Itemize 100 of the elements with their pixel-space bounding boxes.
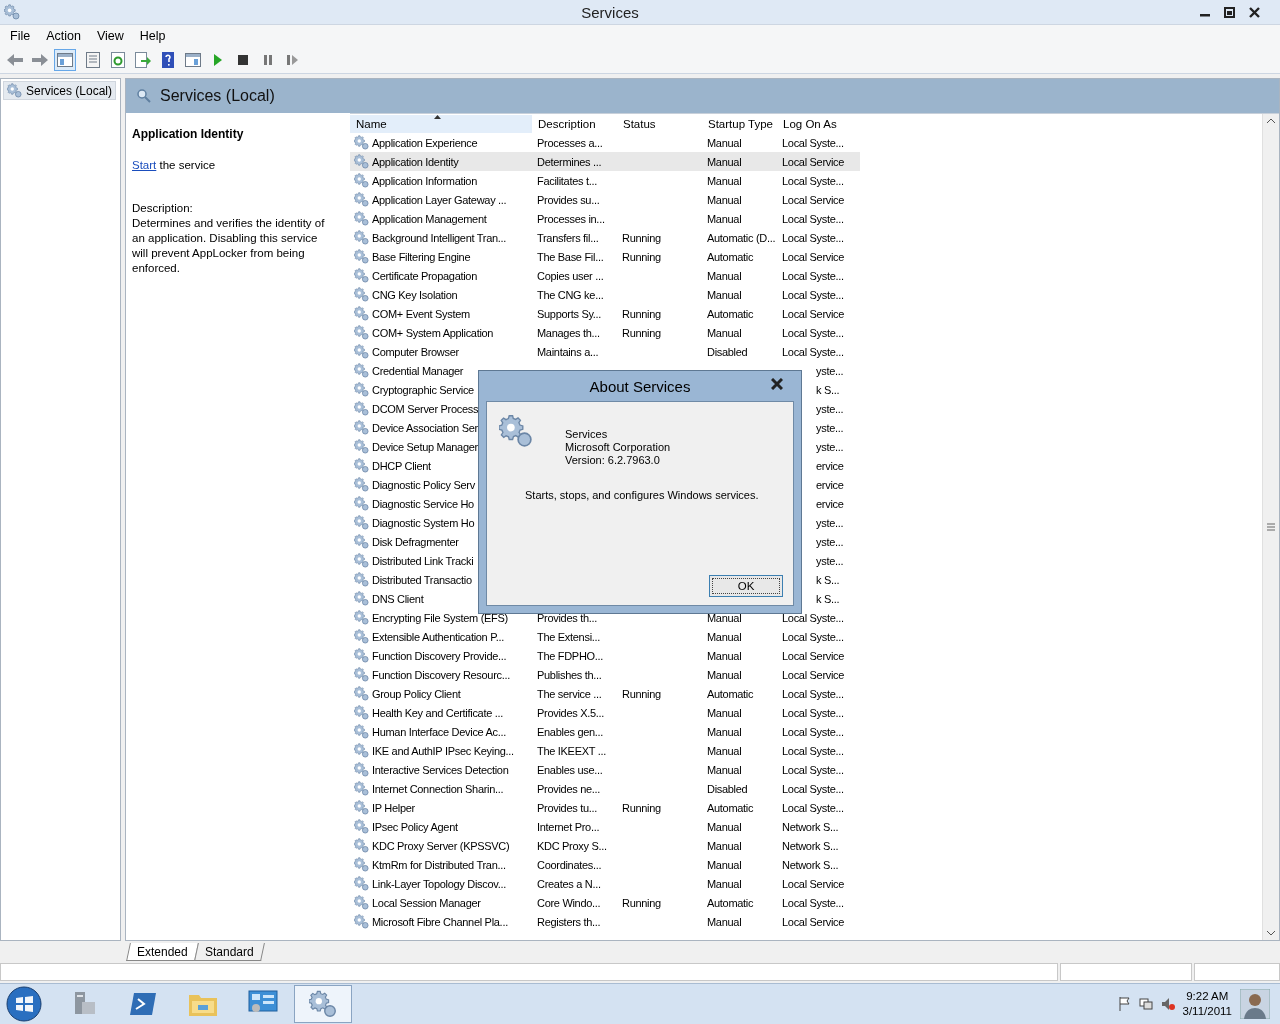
- view-tab[interactable]: Standard: [193, 943, 265, 961]
- table-cell: Running: [622, 896, 661, 909]
- table-cell: yste...: [816, 421, 844, 434]
- window-title: Services: [580, 3, 640, 21]
- gear-icon: [354, 363, 369, 378]
- gear-icon: [354, 515, 369, 530]
- service-title: Application Identity: [132, 127, 245, 141]
- table-cell: Group Policy Client: [372, 687, 461, 700]
- scroll-grip-icon[interactable]: [1267, 523, 1275, 531]
- gear-icon: [354, 173, 369, 188]
- table-cell: Automatic: [707, 687, 754, 700]
- table-cell: Local Syste...: [782, 231, 844, 244]
- search-icon: [136, 88, 152, 104]
- table-cell: Running: [622, 231, 661, 244]
- table-cell: COM+ Event System: [372, 307, 470, 320]
- table-cell: Function Discovery Provide...: [372, 649, 507, 662]
- table-cell: Local Syste...: [782, 687, 844, 700]
- table-cell: Provides X.5...: [537, 706, 605, 719]
- ok-button[interactable]: OK: [709, 575, 783, 597]
- user-avatar-icon[interactable]: [1240, 989, 1270, 1019]
- table-cell: Human Interface Device Ac...: [372, 725, 507, 738]
- table-cell: Local Syste...: [782, 326, 844, 339]
- gear-icon: [354, 572, 369, 587]
- scrollbar[interactable]: [1262, 114, 1279, 940]
- table-cell: k S...: [816, 573, 840, 586]
- menu-item[interactable]: File: [4, 29, 37, 43]
- version-text: Version: 6.2.7963.0: [565, 454, 661, 467]
- column-header[interactable]: Name: [350, 115, 532, 133]
- table-cell: Running: [622, 326, 661, 339]
- table-cell: IP Helper: [372, 801, 415, 814]
- refresh-icon: [111, 52, 125, 68]
- table-cell: Local Syste...: [782, 269, 844, 282]
- table-cell: DCOM Server Process: [372, 402, 479, 415]
- gear-icon: [354, 610, 369, 625]
- close-icon[interactable]: [1249, 6, 1260, 18]
- column-header[interactable]: Status: [617, 115, 702, 133]
- table-cell: The FDPHO...: [537, 649, 604, 662]
- table-cell: Manual: [707, 174, 742, 187]
- table-cell: Manual: [707, 630, 742, 643]
- table-cell: Disabled: [707, 782, 748, 795]
- table-cell: Local Syste...: [782, 611, 844, 624]
- start-link[interactable]: Start: [132, 159, 157, 171]
- table-cell: yste...: [816, 364, 844, 377]
- table-cell: Automatic: [707, 307, 754, 320]
- menu-item[interactable]: Action: [40, 29, 87, 43]
- export-list-icon: [135, 52, 151, 68]
- action-pane-icon: [185, 53, 201, 67]
- table-cell: Local Service: [782, 155, 845, 168]
- gear-icon: [354, 230, 369, 245]
- start-orb-icon[interactable]: [4, 985, 44, 1023]
- stop-icon: [238, 55, 248, 65]
- table-cell: yste...: [816, 535, 844, 548]
- table-cell: The Base Fil...: [537, 250, 604, 263]
- menu-item[interactable]: View: [90, 29, 130, 43]
- table-cell: Computer Browser: [372, 345, 459, 358]
- table-cell: Manual: [707, 269, 742, 282]
- table-cell: ervice: [816, 497, 844, 510]
- table-cell: KDC Proxy S...: [537, 839, 607, 852]
- gear-icon: [354, 135, 369, 150]
- table-cell: Local Syste...: [782, 630, 844, 643]
- table-cell: Certificate Propagation: [372, 269, 477, 282]
- table-cell: Network S...: [782, 858, 839, 871]
- table-cell: Creates a N...: [537, 877, 601, 890]
- speaker-muted-icon[interactable]: [1160, 997, 1175, 1011]
- flag-icon[interactable]: [1118, 997, 1131, 1011]
- tree-item[interactable]: Services (Local): [3, 81, 117, 100]
- table-cell: Automatic: [707, 250, 754, 263]
- table-cell: Manual: [707, 706, 742, 719]
- back-arrow-icon: [6, 53, 24, 67]
- sort-arrow-icon: [434, 115, 441, 119]
- terminal-icon: [130, 993, 156, 1015]
- table-cell: Local Service: [782, 668, 845, 681]
- table-cell: DHCP Client: [372, 459, 431, 472]
- gear-icon: [354, 192, 369, 207]
- menu-item[interactable]: Help: [133, 29, 172, 43]
- table-cell: Local Service: [782, 915, 845, 928]
- summary-text: Starts, stops, and configures Windows services.: [525, 489, 760, 501]
- table-cell: Credential Manager: [372, 364, 464, 377]
- clock-time[interactable]: 9:22 AM: [1186, 989, 1229, 1004]
- table-cell: Application Identity: [372, 155, 459, 168]
- column-header[interactable]: Log On As: [777, 115, 860, 133]
- column-header[interactable]: Description: [532, 115, 617, 133]
- table-cell: Network S...: [782, 820, 839, 833]
- table-cell: k S...: [816, 383, 840, 396]
- clock-date[interactable]: 3/11/2011: [1182, 1004, 1232, 1019]
- column-header[interactable]: Startup Type: [702, 115, 777, 133]
- selected-row[interactable]: Application Identity Determines ... Manual Local Service: [350, 152, 860, 171]
- close-icon: [771, 378, 783, 390]
- gear-icon: [309, 990, 337, 1018]
- view-tab[interactable]: Extended: [126, 943, 199, 961]
- table-cell: Copies user ...: [537, 269, 604, 282]
- table-cell: Application Information: [372, 174, 477, 187]
- table-cell: Manual: [707, 839, 742, 852]
- gear-icon: [354, 496, 369, 511]
- gear-icon: [354, 287, 369, 302]
- taskbar-app[interactable]: [294, 985, 352, 1023]
- dialog-title: About Services: [589, 377, 691, 395]
- gear-icon: [354, 705, 369, 720]
- gear-icon: [354, 420, 369, 435]
- restore-icon[interactable]: [1224, 6, 1235, 18]
